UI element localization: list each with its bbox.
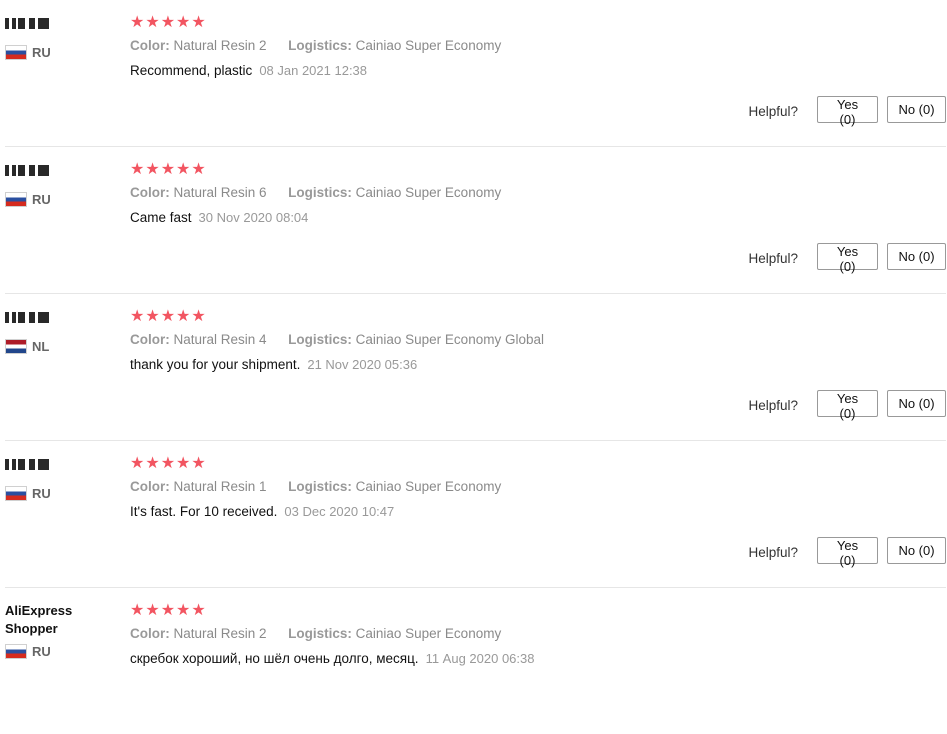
reviewer-country: RU bbox=[5, 45, 125, 60]
review-meta: Color: Natural Resin 2 Logistics: Cainia… bbox=[130, 625, 946, 643]
logistics-label: Logistics: bbox=[288, 38, 352, 53]
review-content: ★★★★★ Color: Natural Resin 4 Logistics: … bbox=[130, 308, 946, 374]
color-value: Natural Resin 1 bbox=[173, 479, 267, 494]
review-text-line: Recommend, plastic 08 Jan 2021 12:38 bbox=[130, 62, 946, 80]
review-item: RU ★★★★★ Color: Natural Resin 1 Logistic… bbox=[5, 441, 946, 588]
color-value: Natural Resin 2 bbox=[173, 38, 267, 53]
reviewer-info: RU bbox=[5, 453, 125, 501]
review-content: ★★★★★ Color: Natural Resin 2 Logistics: … bbox=[130, 14, 946, 80]
review-date: 11 Aug 2020 06:38 bbox=[425, 651, 535, 666]
helpful-label: Helpful? bbox=[748, 251, 798, 266]
review-text: thank you for your shipment. bbox=[130, 357, 301, 372]
review-meta: Color: Natural Resin 2 Logistics: Cainia… bbox=[130, 37, 946, 55]
country-code: RU bbox=[32, 45, 51, 60]
reviewer-name-obscured bbox=[5, 312, 49, 323]
color-value: Natural Resin 2 bbox=[173, 626, 267, 641]
flag-ru-icon bbox=[5, 486, 27, 501]
review-item: RU ★★★★★ Color: Natural Resin 6 Logistic… bbox=[5, 147, 946, 294]
reviewer-country: RU bbox=[5, 486, 125, 501]
country-code: NL bbox=[32, 339, 50, 354]
color-value: Natural Resin 4 bbox=[173, 332, 267, 347]
review-text: Came fast bbox=[130, 210, 192, 225]
review-item: NL ★★★★★ Color: Natural Resin 4 Logistic… bbox=[5, 294, 946, 441]
reviewer-country: NL bbox=[5, 339, 125, 354]
helpful-yes-button[interactable]: Yes (0) bbox=[817, 243, 878, 274]
color-label: Color: bbox=[130, 38, 170, 53]
color-label: Color: bbox=[130, 185, 170, 200]
reviewer-info: RU bbox=[5, 159, 125, 207]
star-rating: ★★★★★ bbox=[130, 161, 207, 178]
review-date: 08 Jan 2021 12:38 bbox=[259, 63, 368, 78]
helpful-controls: Helpful? Yes (0) No (0) bbox=[748, 537, 946, 568]
review-text: It's fast. For 10 received. bbox=[130, 504, 278, 519]
logistics-value: Cainiao Super Economy bbox=[355, 185, 502, 200]
review-list: RU ★★★★★ Color: Natural Resin 2 Logistic… bbox=[0, 0, 947, 734]
review-content: ★★★★★ Color: Natural Resin 6 Logistics: … bbox=[130, 161, 946, 227]
review-text-line: thank you for your shipment. 21 Nov 2020 … bbox=[130, 356, 946, 374]
logistics-label: Logistics: bbox=[288, 479, 352, 494]
helpful-yes-button[interactable]: Yes (0) bbox=[817, 96, 878, 127]
review-text-line: It's fast. For 10 received. 03 Dec 2020 1… bbox=[130, 503, 946, 521]
helpful-no-button[interactable]: No (0) bbox=[887, 96, 946, 123]
logistics-label: Logistics: bbox=[288, 332, 352, 347]
country-code: RU bbox=[32, 192, 51, 207]
reviewer-country: RU bbox=[5, 192, 125, 207]
review-date: 21 Nov 2020 05:36 bbox=[307, 357, 418, 372]
helpful-controls: Helpful? Yes (0) No (0) bbox=[748, 243, 946, 274]
review-text: Recommend, plastic bbox=[130, 63, 253, 78]
review-item: RU ★★★★★ Color: Natural Resin 2 Logistic… bbox=[5, 0, 946, 147]
helpful-label: Helpful? bbox=[748, 398, 798, 413]
reviewer-name: AliExpress Shopper bbox=[5, 603, 73, 636]
review-meta: Color: Natural Resin 6 Logistics: Cainia… bbox=[130, 184, 946, 202]
helpful-yes-button[interactable]: Yes (0) bbox=[817, 537, 878, 568]
helpful-yes-button[interactable]: Yes (0) bbox=[817, 390, 878, 421]
color-label: Color: bbox=[130, 626, 170, 641]
review-text-line: скребок хороший, но шёл очень долго, мес… bbox=[130, 650, 946, 668]
flag-nl-icon bbox=[5, 339, 27, 354]
star-rating: ★★★★★ bbox=[130, 602, 207, 619]
color-label: Color: bbox=[130, 479, 170, 494]
color-value: Natural Resin 6 bbox=[173, 185, 267, 200]
reviewer-name-obscured bbox=[5, 18, 49, 29]
review-meta: Color: Natural Resin 4 Logistics: Cainia… bbox=[130, 331, 946, 349]
helpful-no-button[interactable]: No (0) bbox=[887, 243, 946, 270]
reviewer-name-obscured bbox=[5, 459, 49, 470]
reviewer-info: RU bbox=[5, 12, 125, 60]
reviewer-info: AliExpress Shopper RU bbox=[5, 602, 125, 659]
flag-ru-icon bbox=[5, 192, 27, 207]
helpful-no-button[interactable]: No (0) bbox=[887, 390, 946, 417]
review-content: ★★★★★ Color: Natural Resin 2 Logistics: … bbox=[130, 602, 946, 668]
review-meta: Color: Natural Resin 1 Logistics: Cainia… bbox=[130, 478, 946, 496]
review-text: скребок хороший, но шёл очень долго, мес… bbox=[130, 651, 419, 666]
star-rating: ★★★★★ bbox=[130, 308, 207, 325]
logistics-value: Cainiao Super Economy bbox=[355, 626, 502, 641]
country-code: RU bbox=[32, 644, 51, 659]
helpful-label: Helpful? bbox=[748, 545, 798, 560]
reviewer-info: NL bbox=[5, 306, 125, 354]
review-date: 03 Dec 2020 10:47 bbox=[284, 504, 395, 519]
helpful-no-button[interactable]: No (0) bbox=[887, 537, 946, 564]
review-text-line: Came fast 30 Nov 2020 08:04 bbox=[130, 209, 946, 227]
flag-ru-icon bbox=[5, 45, 27, 60]
color-label: Color: bbox=[130, 332, 170, 347]
review-content: ★★★★★ Color: Natural Resin 1 Logistics: … bbox=[130, 455, 946, 521]
reviewer-name-obscured bbox=[5, 165, 49, 176]
logistics-value: Cainiao Super Economy Global bbox=[355, 332, 544, 347]
helpful-controls: Helpful? Yes (0) No (0) bbox=[748, 96, 946, 127]
reviewer-country: RU bbox=[5, 644, 125, 659]
helpful-controls: Helpful? Yes (0) No (0) bbox=[748, 390, 946, 421]
logistics-value: Cainiao Super Economy bbox=[355, 479, 502, 494]
star-rating: ★★★★★ bbox=[130, 455, 207, 472]
review-date: 30 Nov 2020 08:04 bbox=[198, 210, 309, 225]
logistics-label: Logistics: bbox=[288, 626, 352, 641]
star-rating: ★★★★★ bbox=[130, 14, 207, 31]
logistics-value: Cainiao Super Economy bbox=[355, 38, 502, 53]
logistics-label: Logistics: bbox=[288, 185, 352, 200]
flag-ru-icon bbox=[5, 644, 27, 659]
helpful-label: Helpful? bbox=[748, 104, 798, 119]
review-item: AliExpress Shopper RU ★★★★★ Color: Natur… bbox=[5, 588, 946, 734]
country-code: RU bbox=[32, 486, 51, 501]
